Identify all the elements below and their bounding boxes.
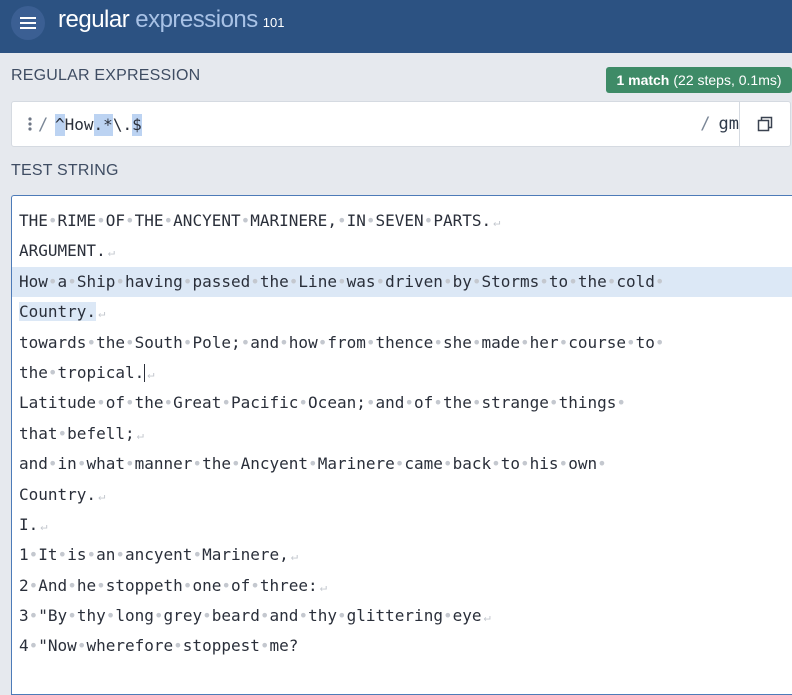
- regex-section-label: REGULAR EXPRESSION: [11, 67, 201, 84]
- test-string-line: Country. ↵: [19, 480, 792, 510]
- newline-marker-icon: ↵: [319, 579, 327, 594]
- line-text: 1•It•is•an•ancyent•Marinere,: [19, 545, 289, 565]
- line-text: Country.: [19, 302, 97, 322]
- brand-expressions: expressions: [135, 6, 258, 33]
- newline-marker-icon: ↵: [136, 427, 144, 442]
- regex-token: \.: [112, 115, 133, 134]
- test-string-line: THE•RIME•OF•THE•ANCYENT•MARINERE,•IN•SEV…: [19, 206, 792, 236]
- match-info-badge[interactable]: 1 match (22 steps, 0.1ms): [606, 67, 792, 93]
- hamburger-icon: [20, 17, 36, 29]
- brand-number: 101: [262, 15, 285, 30]
- test-string-line: 2•And•he•stoppeth•one•of•three: ↵: [19, 571, 792, 601]
- regex-flags-area[interactable]: / gm: [700, 114, 739, 134]
- newline-marker-icon: ↵: [98, 306, 106, 321]
- test-string-line: that•befell; ↵: [19, 419, 792, 449]
- line-text: I.: [19, 514, 39, 534]
- line-text: Latitude•of•the•Great•Pacific•Ocean;•and…: [19, 393, 626, 413]
- copy-button[interactable]: [739, 102, 790, 146]
- newline-marker-icon: ↵: [147, 366, 155, 381]
- test-string-label: TEST STRING: [11, 162, 119, 179]
- test-string-line: 1•It•is•an•ancyent•Marinere, ↵: [19, 540, 792, 570]
- test-string-line: 3•"By•thy•long•grey•beard•and•thy•glitte…: [19, 601, 792, 631]
- line-text: 4•"Now•wherefore•stoppest•me?: [19, 636, 299, 656]
- line-text: 3•"By•thy•long•grey•beard•and•thy•glitte…: [19, 606, 482, 626]
- line-text: Country.: [19, 484, 97, 504]
- test-string-line: ARGUMENT. ↵: [19, 236, 792, 266]
- line-text: the•tropical.: [19, 362, 145, 382]
- brand-logo[interactable]: regular expressions 101: [58, 6, 284, 40]
- test-string-line: towards•the•South•Pole;•and•how•from•the…: [19, 328, 792, 358]
- test-string-editor[interactable]: THE•RIME•OF•THE•ANCYENT•MARINERE,•IN•SEV…: [11, 195, 792, 695]
- regex-pattern[interactable]: ^How.*\.$: [55, 114, 142, 136]
- top-bar: regular expressions 101: [0, 0, 792, 53]
- line-text: THE•RIME•OF•THE•ANCYENT•MARINERE,•IN•SEV…: [19, 211, 492, 230]
- newline-marker-icon: ↵: [290, 549, 299, 564]
- regex-token: How: [64, 115, 94, 134]
- test-string-line: the•tropical. ↵: [19, 358, 792, 388]
- newline-marker-icon: ↵: [98, 488, 106, 503]
- line-text: towards•the•South•Pole;•and•how•from•the…: [19, 332, 665, 352]
- newline-marker-icon: ↵: [483, 610, 491, 625]
- test-string-line: Latitude•of•the•Great•Pacific•Ocean;•and…: [19, 388, 792, 418]
- line-text: that•befell;: [19, 423, 135, 443]
- match-count: 1 match: [616, 72, 670, 88]
- match-detail: (22 steps, 0.1ms): [673, 72, 782, 88]
- copy-icon: [757, 116, 773, 132]
- newline-marker-icon: ↵: [40, 518, 48, 533]
- menu-button[interactable]: [11, 6, 45, 40]
- test-string-lines[interactable]: THE•RIME•OF•THE•ANCYENT•MARINERE,•IN•SEV…: [12, 206, 792, 662]
- drag-handle-icon[interactable]: [28, 117, 32, 131]
- newline-marker-icon: ↵: [107, 245, 115, 260]
- delimiter-right: /: [700, 114, 711, 134]
- delimiter-left: /: [38, 115, 49, 135]
- test-string-line: and•in•what•manner•the•Ancyent•Marinere•…: [19, 449, 792, 479]
- regex-flags[interactable]: gm: [719, 114, 739, 134]
- text-caret: [144, 364, 146, 383]
- newline-marker-icon: ↵: [493, 215, 501, 229]
- test-string-line: Country. ↵: [19, 297, 792, 327]
- test-string-line: How•a•Ship•having•passed•the•Line•was•dr…: [12, 266, 792, 298]
- line-text: and•in•what•manner•the•Ancyent•Marinere•…: [19, 454, 607, 474]
- test-string-line: 4•"Now•wherefore•stoppest•me?: [19, 631, 792, 661]
- test-string-line: I. ↵: [19, 510, 792, 540]
- line-text: How•a•Ship•having•passed•the•Line•was•dr…: [19, 271, 665, 291]
- regex-input[interactable]: / ^How.*\.$ / gm: [11, 101, 791, 147]
- regex-token: $: [132, 114, 142, 136]
- regex-token: .*: [93, 114, 113, 136]
- line-text: 2•And•he•stoppeth•one•of•three:: [19, 575, 318, 595]
- brand-regular: regular: [58, 6, 130, 33]
- line-text: ARGUMENT.: [19, 241, 106, 261]
- regex-token: ^: [55, 114, 65, 136]
